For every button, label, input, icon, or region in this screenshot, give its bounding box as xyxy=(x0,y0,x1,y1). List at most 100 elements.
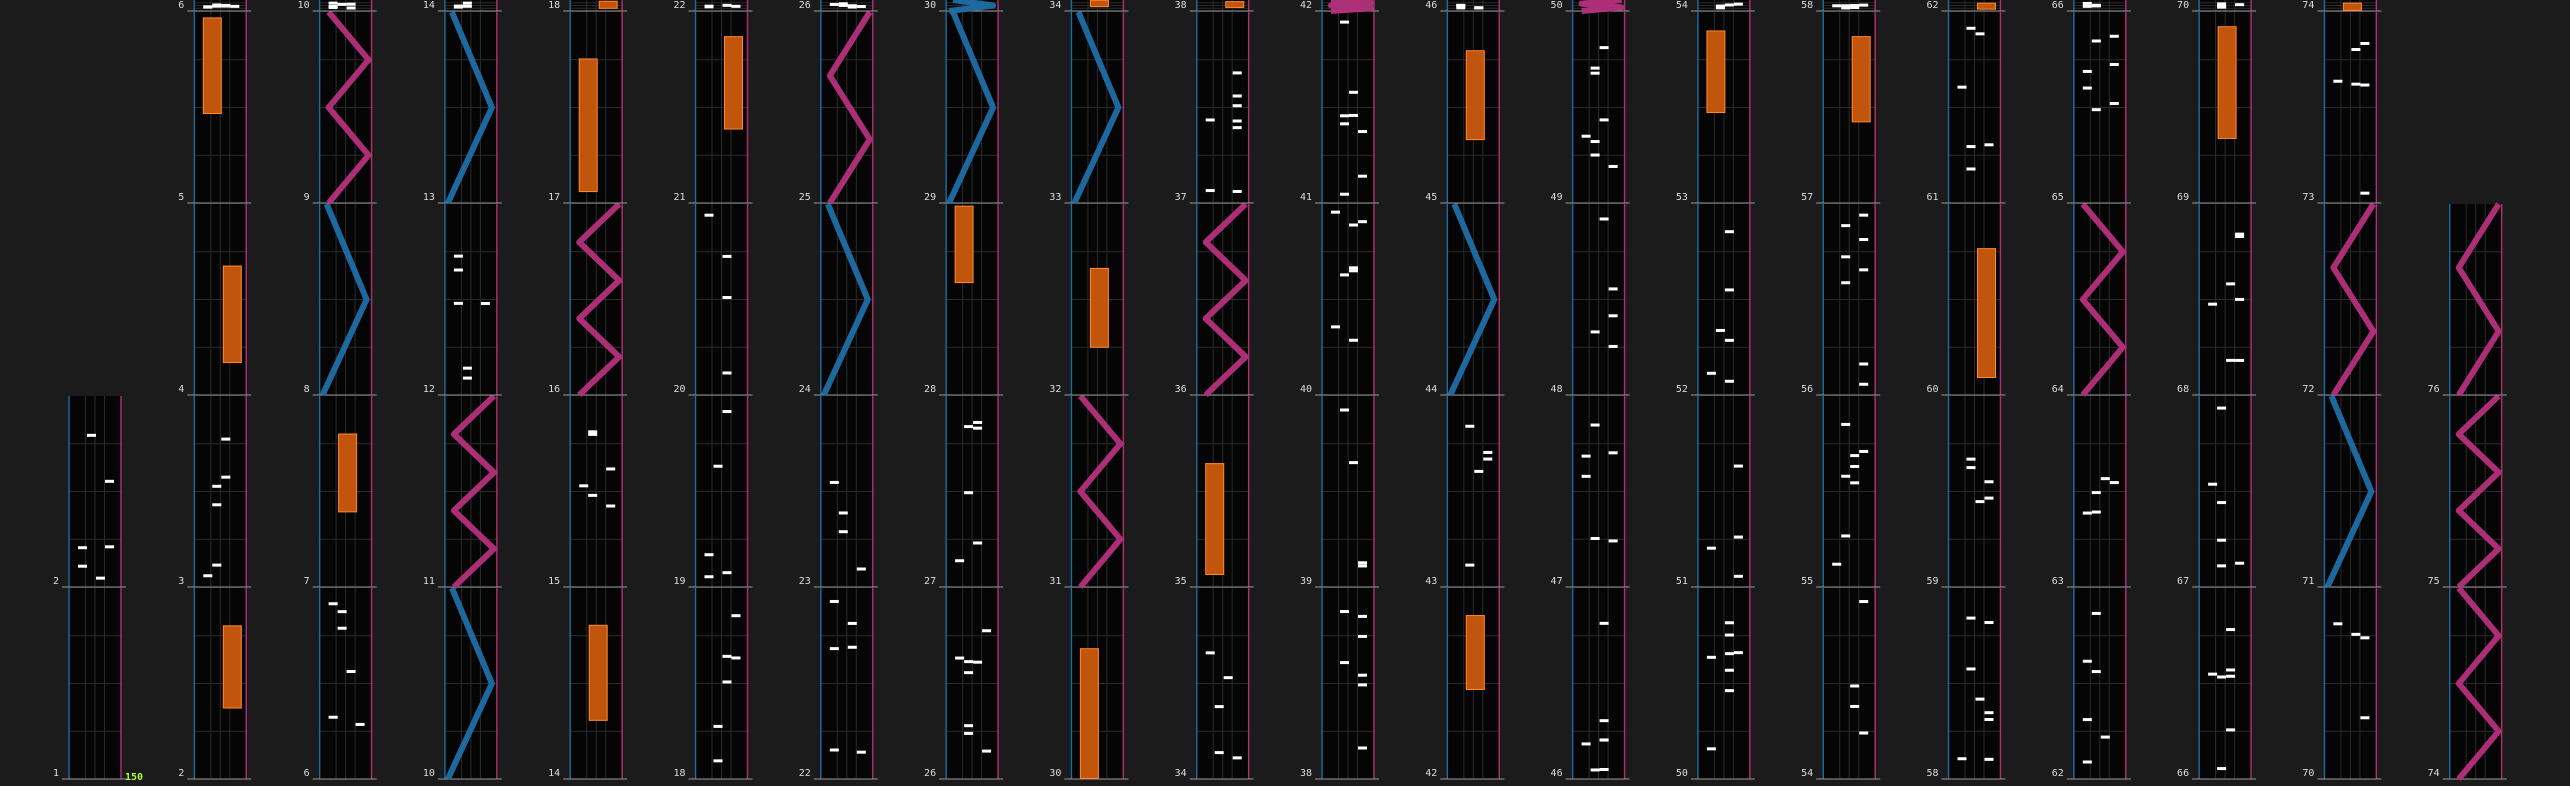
measure-number: 42 xyxy=(1300,0,1312,11)
chip-note xyxy=(1599,768,1609,772)
chip-note xyxy=(1715,328,1725,332)
chip-note xyxy=(1957,85,1967,89)
measure-number: 48 xyxy=(1551,384,1563,395)
measure-number: 58 xyxy=(1926,768,1938,779)
measure-number: 10 xyxy=(298,0,310,11)
measure-lane xyxy=(688,0,753,12)
measure-lane xyxy=(1690,12,1755,204)
measure-number: 37 xyxy=(1175,192,1187,203)
chip-note xyxy=(1975,697,1985,701)
chip-note xyxy=(838,530,848,534)
chip-note xyxy=(856,567,866,571)
chip-note xyxy=(2360,716,2370,720)
measure-lane xyxy=(1189,588,1254,780)
measure-lane xyxy=(813,396,878,588)
chip-note xyxy=(2217,767,2227,771)
chip-note xyxy=(982,749,992,753)
chip-note xyxy=(1590,423,1600,427)
chip-note xyxy=(1859,731,1869,735)
measure-number: 74 xyxy=(2428,768,2440,779)
chip-note xyxy=(1850,481,1860,485)
chip-note xyxy=(462,366,472,370)
measure-lane xyxy=(2192,396,2257,588)
chip-note xyxy=(1581,742,1591,746)
chip-note xyxy=(838,511,848,515)
measure-number: 60 xyxy=(1926,384,1938,395)
right-laser xyxy=(1578,0,1625,14)
measure-lane xyxy=(563,201,628,398)
chip-note xyxy=(453,254,463,258)
chip-note xyxy=(2351,48,2361,52)
chip-note xyxy=(2082,69,2092,73)
chip-note xyxy=(2091,4,2101,8)
measure-number: 52 xyxy=(1676,384,1688,395)
chip-note xyxy=(1715,4,1725,8)
chip-note xyxy=(2360,83,2370,87)
chip-note xyxy=(1984,496,1994,500)
chip-note xyxy=(1590,140,1600,144)
measure-lane xyxy=(1690,204,1755,396)
chip-note xyxy=(1984,143,1994,147)
measure-number: 73 xyxy=(2302,192,2314,203)
chip-note xyxy=(462,376,472,380)
measure-lane xyxy=(2066,202,2131,397)
hold-note xyxy=(1079,648,1099,779)
chip-note xyxy=(2226,674,2236,678)
chip-note xyxy=(1358,561,1367,565)
measure-number: 46 xyxy=(1551,768,1563,779)
measure-lane xyxy=(1440,0,1505,12)
chip-note xyxy=(1984,480,1994,484)
chip-note xyxy=(2351,632,2361,636)
measure-number: 57 xyxy=(1801,192,1813,203)
measure-lane xyxy=(563,396,628,588)
chip-note xyxy=(955,656,965,660)
measure-lane xyxy=(1315,12,1379,204)
measure-number: 47 xyxy=(1551,576,1563,587)
measure-number: 16 xyxy=(548,384,560,395)
chart-editor-canvas[interactable]: 1223456678910101112131414151617181819202… xyxy=(0,0,2570,786)
chip-note xyxy=(212,563,222,567)
measure-number: 53 xyxy=(1676,192,1688,203)
chip-note xyxy=(2109,34,2119,38)
measure-number: 22 xyxy=(799,768,811,779)
chip-note xyxy=(2109,101,2119,105)
measure-number: 72 xyxy=(2302,384,2314,395)
chip-note xyxy=(1483,450,1493,454)
chip-note xyxy=(1340,273,1349,277)
chip-note xyxy=(1724,230,1734,234)
measure-lane xyxy=(2066,588,2131,780)
measure-number: 5 xyxy=(178,192,184,203)
chip-note xyxy=(1724,689,1734,693)
chip-note xyxy=(1975,32,1985,36)
chip-note xyxy=(1599,118,1609,122)
chip-note xyxy=(328,602,338,606)
chip-note xyxy=(1608,287,1618,291)
chip-note xyxy=(1581,134,1591,138)
chip-note xyxy=(1349,266,1358,270)
chip-note xyxy=(1340,122,1349,126)
chip-note xyxy=(1850,684,1860,688)
measure-lane xyxy=(312,10,377,205)
chip-note xyxy=(2360,41,2370,45)
chip-note xyxy=(1483,457,1493,461)
measure-number: 49 xyxy=(1551,192,1563,203)
measure-lane xyxy=(1816,396,1881,588)
chip-note xyxy=(1966,667,1976,671)
chip-note xyxy=(1349,461,1358,465)
chip-note xyxy=(1340,192,1349,196)
measure-number: 71 xyxy=(2302,576,2314,587)
measure-number: 25 xyxy=(799,192,811,203)
measure-number: 30 xyxy=(924,0,936,11)
chip-note xyxy=(1599,217,1609,221)
chip-note xyxy=(1232,71,1242,75)
measure-lane xyxy=(1064,0,1129,12)
chip-note xyxy=(78,546,87,550)
measure-lane xyxy=(1565,588,1630,780)
measure-number: 50 xyxy=(1551,0,1563,11)
hold-note xyxy=(1977,248,1996,379)
chip-note xyxy=(1724,621,1734,625)
measure-number: 31 xyxy=(1049,576,1061,587)
bpm-label: 150 xyxy=(125,772,143,783)
measure-number: 10 xyxy=(423,768,435,779)
chip-note xyxy=(1706,747,1716,751)
